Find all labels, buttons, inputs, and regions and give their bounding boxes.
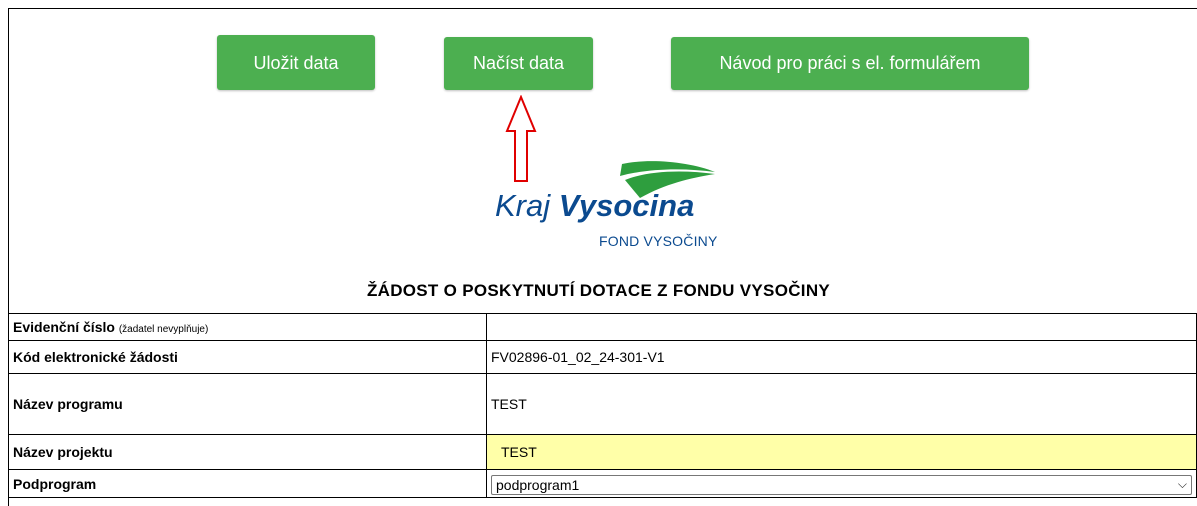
label-evidencni-cislo: Evidenční číslo (žadatel nevyplňuje): [8, 313, 487, 341]
logo-subtitle: FOND VYSOČINY: [599, 233, 718, 249]
page-title: ŽÁDOST O POSKYTNUTÍ DOTACE Z FONDU VYSOČ…: [366, 281, 831, 300]
podprogram-selected-value: podprogram1: [496, 476, 580, 493]
form-guide-button[interactable]: Návod pro práci s el. formulářem: [671, 37, 1029, 90]
logo-wordmark: Kraj Vysocina: [495, 188, 694, 224]
podprogram-select[interactable]: podprogram1 ⌵: [491, 474, 1192, 495]
label-kod-zadosti: Kód elektronické žádosti: [8, 340, 487, 374]
evidencni-cislo-value: [486, 313, 1197, 341]
nazev-programu-value: TEST: [486, 373, 1197, 435]
podprogram-cell: podprogram1 ⌵: [486, 469, 1197, 498]
nazev-projektu-value: TEST: [501, 444, 537, 460]
table-row: Název programu TEST: [8, 373, 1197, 435]
row-note: (žadatel nevyplňuje): [118, 324, 209, 335]
nazev-projektu-input[interactable]: TEST: [486, 434, 1197, 470]
label-nazev-projektu: Název projektu: [8, 434, 487, 470]
logo-word-vysocina: Vysocina: [558, 188, 695, 223]
table-row: Evidenční číslo (žadatel nevyplňuje): [8, 313, 1197, 341]
kod-zadosti-value: FV02896-01_02_24-301-V1: [486, 340, 1197, 374]
row-label: Evidenční číslo: [13, 319, 115, 335]
chevron-down-icon: ⌵: [1177, 477, 1187, 491]
application-form-table: Evidenční číslo (žadatel nevyplňuje) Kód…: [8, 313, 1197, 498]
label-nazev-programu: Název programu: [8, 373, 487, 435]
load-data-button[interactable]: Načíst data: [444, 37, 593, 90]
logo-word-kraj: Kraj: [495, 188, 551, 223]
table-row: Podprogram podprogram1 ⌵: [8, 469, 1197, 498]
save-data-button[interactable]: Uložit data: [217, 35, 375, 90]
table-row: Název projektu TEST: [8, 434, 1197, 470]
label-podprogram: Podprogram: [8, 469, 487, 498]
table-row: Kód elektronické žádosti FV02896-01_02_2…: [8, 340, 1197, 374]
